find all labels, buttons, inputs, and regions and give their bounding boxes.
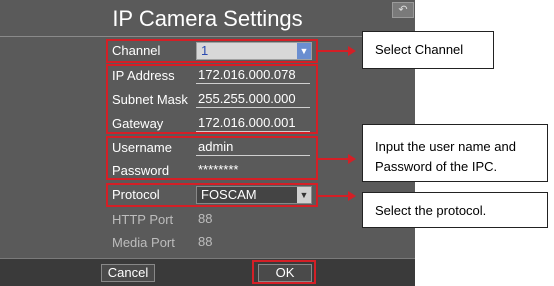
protocol-callout-text: Select the protocol. bbox=[375, 203, 487, 218]
ok-highlight bbox=[252, 260, 316, 284]
cancel-button[interactable]: Cancel bbox=[101, 264, 155, 282]
dialog-title: IP Camera Settings bbox=[112, 6, 303, 31]
user-callout-line2: Password of the IPC. bbox=[375, 159, 498, 174]
return-arrow-icon[interactable]: ↶ bbox=[392, 2, 414, 18]
credentials-highlight bbox=[106, 136, 318, 180]
channel-callout-text: Select Channel bbox=[375, 42, 464, 57]
user-arrow-line bbox=[318, 158, 350, 160]
title-divider bbox=[0, 36, 415, 37]
channel-callout: Select Channel bbox=[362, 31, 494, 69]
ip-camera-settings-dialog: IP Camera Settings ↶ Channel 1 ▼ IP Addr… bbox=[0, 0, 415, 286]
button-bar bbox=[0, 258, 415, 286]
channel-arrow-line bbox=[318, 50, 350, 52]
user-callout-line1: Input the user name and bbox=[375, 139, 516, 154]
user-arrow-head bbox=[348, 154, 356, 164]
protocol-arrow-head bbox=[348, 191, 356, 201]
media-port-label: Media Port bbox=[112, 235, 175, 250]
protocol-arrow-line bbox=[318, 195, 350, 197]
channel-highlight bbox=[106, 39, 318, 63]
user-callout: Input the user name and Password of the … bbox=[362, 124, 548, 182]
protocol-callout: Select the protocol. bbox=[362, 192, 548, 228]
http-port-label: HTTP Port bbox=[112, 212, 174, 227]
channel-arrow-head bbox=[348, 46, 356, 56]
media-port-value: 88 bbox=[198, 234, 213, 249]
protocol-highlight bbox=[106, 183, 318, 207]
http-port-value: 88 bbox=[198, 211, 213, 226]
network-highlight bbox=[106, 64, 318, 134]
